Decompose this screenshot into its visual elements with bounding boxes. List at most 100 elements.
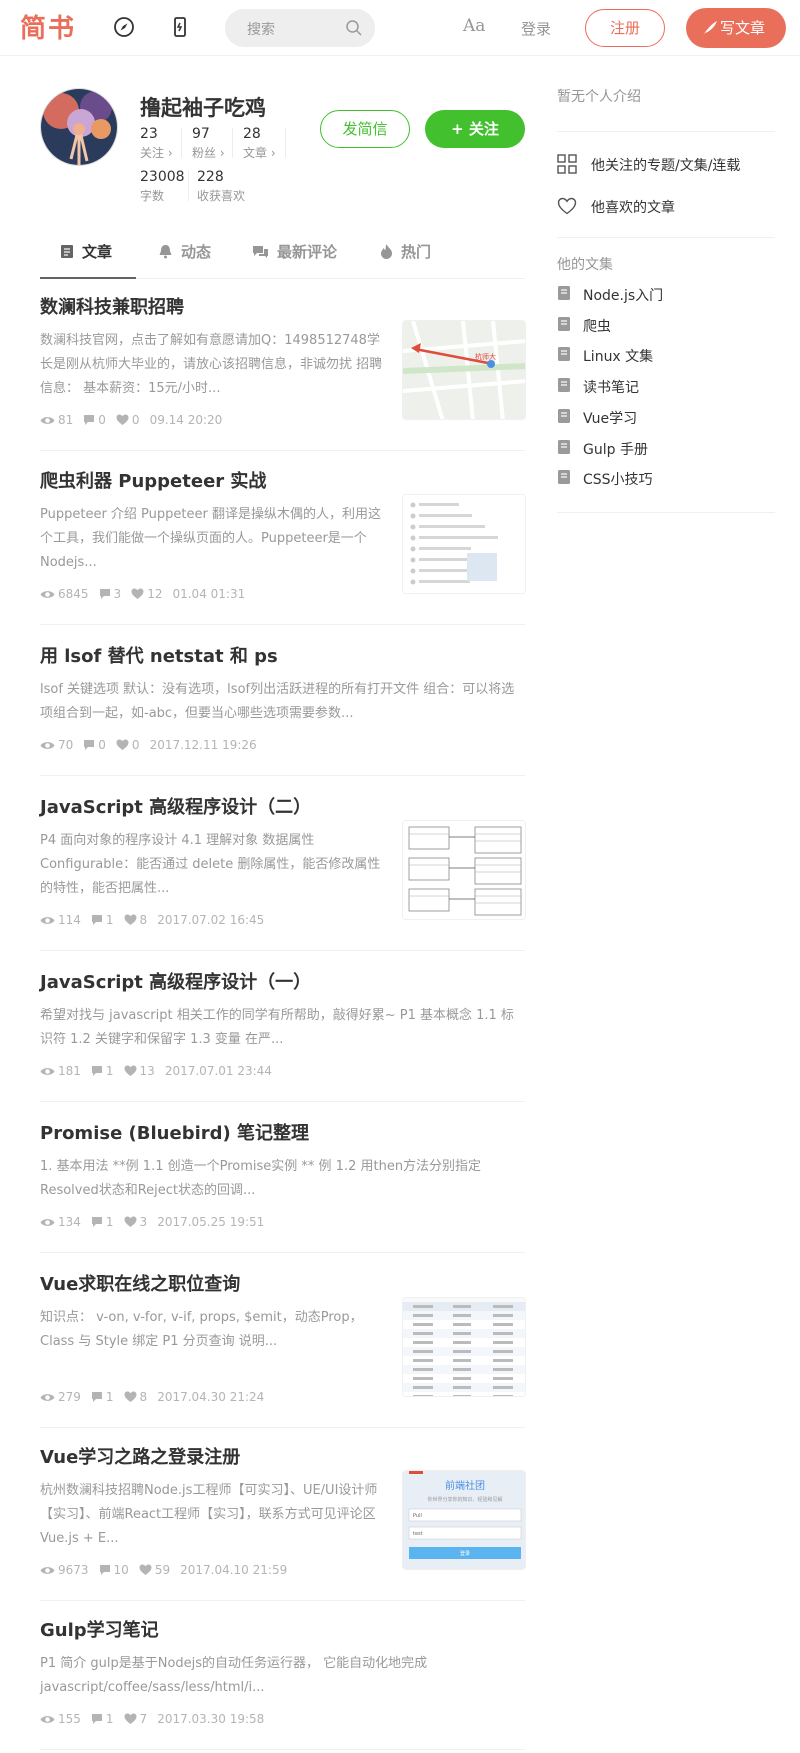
article-meta: 114 1 8 2017.07.02 16:45 xyxy=(40,913,274,927)
notebook-icon xyxy=(558,347,570,362)
mobile-app-icon[interactable] xyxy=(168,15,192,39)
comments-count[interactable]: 3 xyxy=(99,587,121,601)
article-meta: 279 1 8 2017.04.30 21:24 xyxy=(40,1390,274,1404)
article-item[interactable]: 爬虫利器 Puppeteer 实战 Puppeteer 介绍 Puppeteer … xyxy=(40,467,526,625)
views-count: 114 xyxy=(40,913,81,927)
article-title[interactable]: Vue学习之路之登录注册 xyxy=(40,1443,240,1469)
comments-count[interactable]: 0 xyxy=(83,413,106,427)
notebook-icon xyxy=(558,286,570,300)
profile-username[interactable]: 撸起袖子吃鸡 xyxy=(140,92,266,122)
article-item[interactable]: Gulp学习笔记 P1 简介 gulp是基于Nodejs的自动任务运行器， 它能自… xyxy=(40,1616,525,1750)
stat-following[interactable]: 23 关注 › xyxy=(140,126,173,161)
write-article-button[interactable]: 写文章 xyxy=(686,8,786,48)
article-thumbnail[interactable] xyxy=(402,820,526,920)
publish-time: 2017.04.30 21:24 xyxy=(157,1390,265,1404)
article-thumbnail[interactable] xyxy=(402,1297,526,1397)
article-title[interactable]: 数澜科技兼职招聘 xyxy=(40,293,184,319)
comments-count[interactable]: 0 xyxy=(83,738,106,752)
likes-count: 0 xyxy=(116,413,140,427)
compass-icon[interactable] xyxy=(112,15,136,39)
article-thumbnail[interactable]: 杭师大 xyxy=(402,320,526,420)
article-item[interactable]: Vue求职在线之职位查询 知识点： v-on, v-for, v-if, prop… xyxy=(40,1270,526,1428)
article-title[interactable]: Vue求职在线之职位查询 xyxy=(40,1270,240,1296)
login-thumb-button: 登录 xyxy=(460,1550,470,1557)
profile-intro: 暂无个人介绍 xyxy=(557,89,641,105)
send-message-button[interactable]: 发简信 xyxy=(320,110,410,148)
tab-articles[interactable]: 文章 xyxy=(40,234,136,279)
likes-count: 3 xyxy=(124,1215,147,1229)
comments-count[interactable]: 1 xyxy=(91,913,114,927)
comment-icon xyxy=(91,1217,102,1227)
article-thumbnail[interactable] xyxy=(402,494,526,594)
publish-time: 01.04 01:31 xyxy=(172,587,246,601)
article-title[interactable]: Promise (Bluebird) 笔记整理 xyxy=(40,1119,309,1145)
notebook-icon xyxy=(558,408,570,423)
eye-icon xyxy=(40,417,55,424)
views-count: 6845 xyxy=(40,587,89,601)
article-item[interactable]: JavaScript 高级程序设计（一） 希望对找与 javascript 相关工… xyxy=(40,968,525,1102)
search-placeholder: 搜索 xyxy=(247,22,275,38)
heart-icon xyxy=(124,1713,137,1724)
article-title[interactable]: JavaScript 高级程序设计（二） xyxy=(40,793,311,819)
article-abstract: P1 简介 gulp是基于Nodejs的自动任务运行器， 它能自动化地完成 ja… xyxy=(40,1656,428,1695)
comments-count[interactable]: 1 xyxy=(91,1064,114,1078)
search-input[interactable]: 搜索 xyxy=(225,9,375,47)
article-title[interactable]: JavaScript 高级程序设计（一） xyxy=(40,968,311,994)
comments-count[interactable]: 1 xyxy=(91,1390,114,1404)
comments-count[interactable]: 1 xyxy=(91,1215,114,1229)
article-meta: 181 1 13 2017.07.01 23:44 xyxy=(40,1064,282,1078)
article-meta: 6845 3 12 01.04 01:31 xyxy=(40,587,255,601)
stat-followers[interactable]: 97 粉丝 › xyxy=(192,126,225,161)
views-count: 181 xyxy=(40,1064,81,1078)
eye-icon xyxy=(40,1394,55,1401)
collection-label: CSS小技巧 xyxy=(583,472,653,489)
comment-icon xyxy=(91,915,102,925)
collection-label: Gulp 手册 xyxy=(583,441,648,458)
eye-icon xyxy=(40,1219,55,1226)
tab-popular[interactable]: 热门 xyxy=(380,234,431,278)
article-item[interactable]: 数澜科技兼职招聘 数澜科技官网，点击了解如有意愿请加Q：1498512748学长是… xyxy=(40,293,526,451)
profile-tabs: 文章 动态 最新评论 热门 xyxy=(40,234,525,279)
views-count: 155 xyxy=(40,1712,81,1726)
font-settings-toggle[interactable]: Aa xyxy=(463,16,485,36)
article-title[interactable]: 爬虫利器 Puppeteer 实战 xyxy=(40,467,266,493)
likes-count: 0 xyxy=(116,738,140,752)
article-thumbnail[interactable]: 前端社团 你世界分享你的知识、经验和见解 Pull test 登录 xyxy=(402,1470,526,1570)
follow-button[interactable]: + 关注 xyxy=(425,110,525,148)
comments-count[interactable]: 1 xyxy=(91,1712,114,1726)
article-abstract: 1. 基本用法 **例 1.1 创造一个Promise实例 ** 例 1.2 用… xyxy=(40,1159,482,1198)
notebook-icon xyxy=(558,470,570,485)
heart-icon xyxy=(139,1564,152,1575)
article-abstract: Puppeteer 介绍 Puppeteer 翻译是操纵木偶的人，利用这个工具，… xyxy=(40,507,381,570)
search-icon[interactable] xyxy=(345,19,363,37)
stat-articles[interactable]: 28 文章 › xyxy=(243,126,276,161)
publish-time: 2017.07.02 16:45 xyxy=(157,913,265,927)
article-item[interactable]: JavaScript 高级程序设计（二） P4 面向对象的程序设计 4.1 理解对… xyxy=(40,793,526,951)
feather-icon xyxy=(703,21,717,35)
comment-icon xyxy=(84,415,95,425)
article-meta: 9673 10 59 2017.04.10 21:59 xyxy=(40,1563,297,1577)
divider xyxy=(557,512,775,513)
avatar[interactable] xyxy=(40,88,118,166)
article-abstract: lsof 关键选项 默认：没有选项，lsof列出活跃进程的所有打开文件 组合：可… xyxy=(40,682,515,721)
article-title[interactable]: 用 lsof 替代 netstat 和 ps xyxy=(40,642,278,668)
article-abstract: 杭州数澜科技招聘Node.js工程师【可实习】、UE/UI设计师【实习】、前端R… xyxy=(40,1483,378,1546)
jianshu-logo[interactable]: 简书 xyxy=(20,8,76,45)
heart-icon xyxy=(557,197,577,215)
register-button[interactable]: 注册 xyxy=(585,9,665,47)
article-item[interactable]: Vue学习之路之登录注册杭州数澜科技招聘Node.js工程师【可实习】、UE/U… xyxy=(40,1443,526,1601)
tab-activity[interactable]: 动态 xyxy=(158,234,211,278)
login-thumb-title: 前端社团 xyxy=(445,1479,485,1492)
article-item[interactable]: Promise (Bluebird) 笔记整理 1. 基本用法 **例 1.1 创… xyxy=(40,1119,525,1253)
tab-latest-comments[interactable]: 最新评论 xyxy=(252,234,337,278)
article-meta: 155 1 7 2017.03.30 19:58 xyxy=(40,1712,274,1726)
publish-time: 2017.04.10 21:59 xyxy=(180,1563,288,1577)
eye-icon xyxy=(40,1567,55,1574)
divider xyxy=(557,237,775,238)
divider xyxy=(557,131,775,132)
grid-icon xyxy=(557,154,577,174)
comments-count[interactable]: 10 xyxy=(99,1563,129,1577)
login-link[interactable]: 登录 xyxy=(521,18,551,39)
article-item[interactable]: 用 lsof 替代 netstat 和 ps lsof 关键选项 默认：没有选项，… xyxy=(40,642,525,776)
article-title[interactable]: Gulp学习笔记 xyxy=(40,1616,159,1642)
